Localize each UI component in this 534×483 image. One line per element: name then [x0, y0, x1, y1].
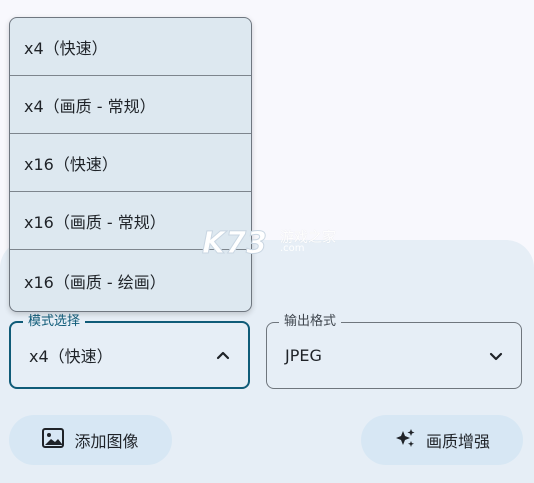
- chevron-down-icon[interactable]: [487, 347, 505, 365]
- add-image-button[interactable]: 添加图像: [9, 415, 172, 465]
- enhance-button[interactable]: 画质增强: [361, 415, 523, 465]
- menu-option-x4-quality-normal[interactable]: x4（画质 - 常规）: [10, 76, 251, 134]
- chevron-up-icon[interactable]: [214, 346, 232, 364]
- mode-select-label: 模式选择: [23, 313, 86, 331]
- format-select-label: 输出格式: [279, 313, 342, 331]
- mode-select-value: x4（快速）: [29, 347, 113, 366]
- menu-option-x16-quality-painting[interactable]: x16（画质 - 绘画）: [10, 250, 251, 311]
- image-icon: [42, 428, 65, 452]
- format-select[interactable]: 输出格式 JPEG: [266, 313, 522, 389]
- add-image-label: 添加图像: [74, 432, 139, 451]
- menu-option-x16-quality-normal[interactable]: x16（画质 - 常规）: [10, 192, 251, 250]
- enhance-label: 画质增强: [425, 432, 490, 451]
- mode-select[interactable]: 模式选择 x4（快速）: [9, 313, 250, 389]
- menu-option-x16-fast[interactable]: x16（快速）: [10, 134, 251, 192]
- format-select-value: JPEG: [285, 346, 322, 365]
- menu-option-x4-fast[interactable]: x4（快速）: [10, 18, 251, 76]
- mode-dropdown-menu: x4（快速） x4（画质 - 常规） x16（快速） x16（画质 - 常规） …: [9, 17, 252, 312]
- sparkle-icon: [394, 427, 416, 453]
